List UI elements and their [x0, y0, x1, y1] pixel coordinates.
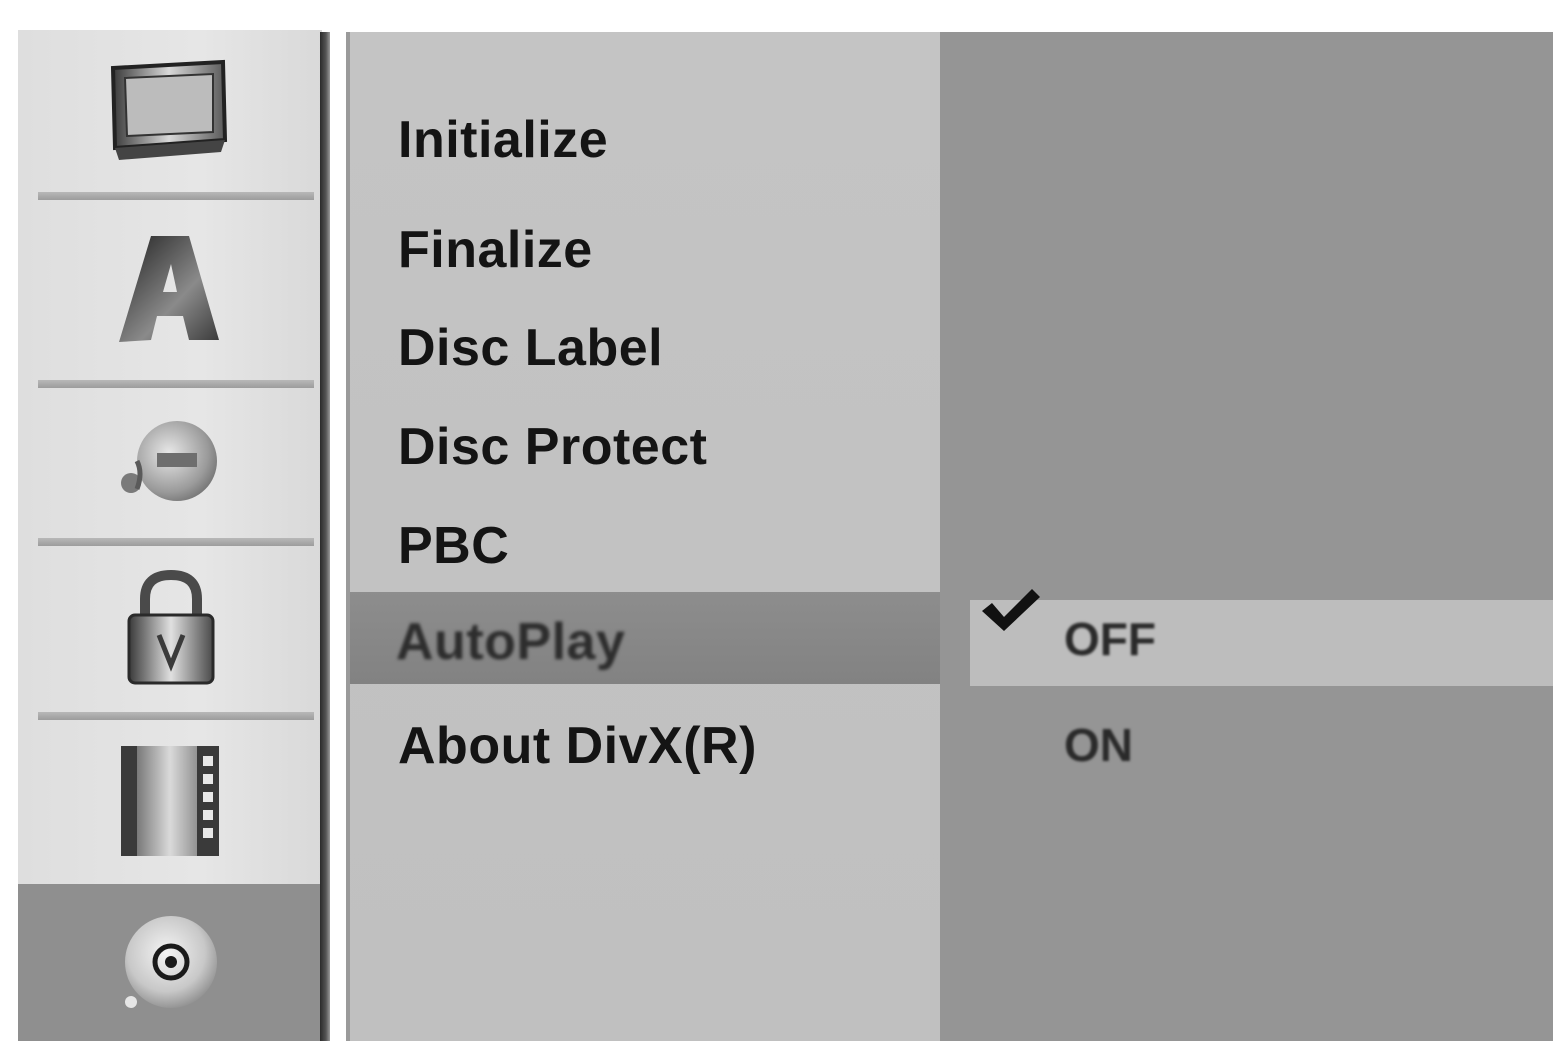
sidebar-divider [320, 32, 330, 1041]
audio-icon [121, 421, 217, 501]
menu-item-about-divx[interactable]: About DivX(R) [398, 716, 757, 776]
menu-item-initialize[interactable]: Initialize [398, 110, 608, 170]
sidebar-item-language[interactable] [18, 200, 322, 380]
sidebar-item-recording[interactable] [18, 720, 322, 884]
lock-icon [127, 569, 215, 685]
language-a-icon [119, 236, 219, 342]
menu-item-disc-protect[interactable]: Disc Protect [398, 417, 707, 477]
menu-item-autoplay[interactable]: AutoPlay [396, 612, 625, 672]
sidebar-item-audio[interactable] [18, 388, 322, 538]
option-on[interactable]: ON [1064, 718, 1133, 772]
menu-item-disc-label[interactable]: Disc Label [398, 318, 663, 378]
tv-icon [110, 59, 228, 160]
sidebar-item-lock[interactable] [18, 546, 322, 712]
film-icon [121, 746, 219, 856]
disc-menu-panel: Initialize Finalize Disc Label Disc Prot… [346, 32, 950, 1041]
disc-icon [125, 915, 217, 1008]
setup-screen: Initialize Finalize Disc Label Disc Prot… [0, 0, 1553, 1041]
option-off[interactable]: OFF [1064, 612, 1156, 666]
sidebar-separator [38, 538, 314, 546]
sidebar-separator [38, 712, 314, 720]
sidebar-separator [38, 192, 314, 200]
menu-item-finalize[interactable]: Finalize [398, 220, 593, 280]
sidebar-item-display[interactable] [18, 30, 322, 192]
menu-item-pbc[interactable]: PBC [398, 516, 509, 576]
option-panel: OFF ON [940, 32, 1553, 1041]
sidebar-item-disc[interactable] [18, 884, 322, 1041]
sidebar-separator [38, 380, 314, 388]
setup-category-sidebar [18, 30, 322, 1041]
checkmark-icon [982, 589, 1040, 631]
option-selection-highlight [970, 600, 1553, 686]
